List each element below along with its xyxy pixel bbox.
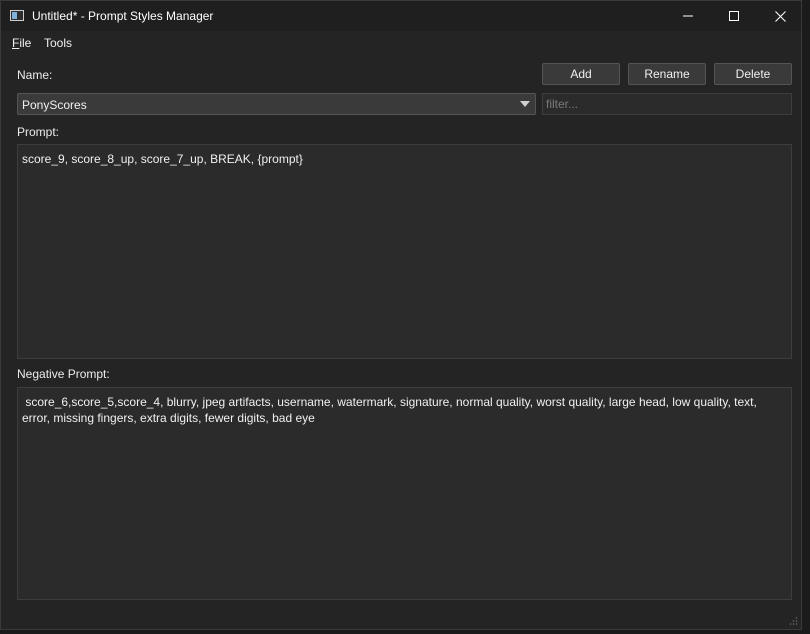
menu-tools[interactable]: Tools: [44, 36, 72, 50]
name-label: Name:: [17, 68, 53, 82]
menu-file-label: ile: [19, 36, 32, 50]
delete-button[interactable]: Delete: [714, 63, 792, 85]
negative-prompt-label: Negative Prompt:: [17, 367, 110, 381]
rename-button[interactable]: Rename: [628, 63, 706, 85]
menu-bar: File Tools: [1, 31, 801, 55]
resize-grip-icon[interactable]: [788, 616, 798, 626]
maximize-button[interactable]: [711, 1, 757, 31]
close-button[interactable]: [757, 1, 803, 31]
filter-input[interactable]: [542, 93, 792, 115]
prompt-styles-window: Untitled* - Prompt Styles Manager File T…: [0, 0, 802, 630]
style-select[interactable]: PonyScores: [17, 93, 536, 115]
window-icon: [10, 10, 24, 21]
menu-file[interactable]: File: [12, 36, 31, 50]
close-icon: [774, 10, 786, 22]
chevron-down-icon: [520, 101, 530, 107]
add-button[interactable]: Add: [542, 63, 620, 85]
prompt-textarea[interactable]: score_9, score_8_up, score_7_up, BREAK, …: [17, 144, 792, 359]
maximize-icon: [729, 11, 739, 21]
negative-prompt-textarea[interactable]: score_6,score_5,score_4, blurry, jpeg ar…: [17, 387, 792, 600]
minimize-button[interactable]: [665, 1, 711, 31]
prompt-label: Prompt:: [17, 125, 60, 139]
minimize-icon: [683, 15, 693, 17]
window-title: Untitled* - Prompt Styles Manager: [32, 9, 214, 23]
title-bar[interactable]: Untitled* - Prompt Styles Manager: [1, 1, 801, 31]
style-select-value: PonyScores: [22, 98, 87, 112]
